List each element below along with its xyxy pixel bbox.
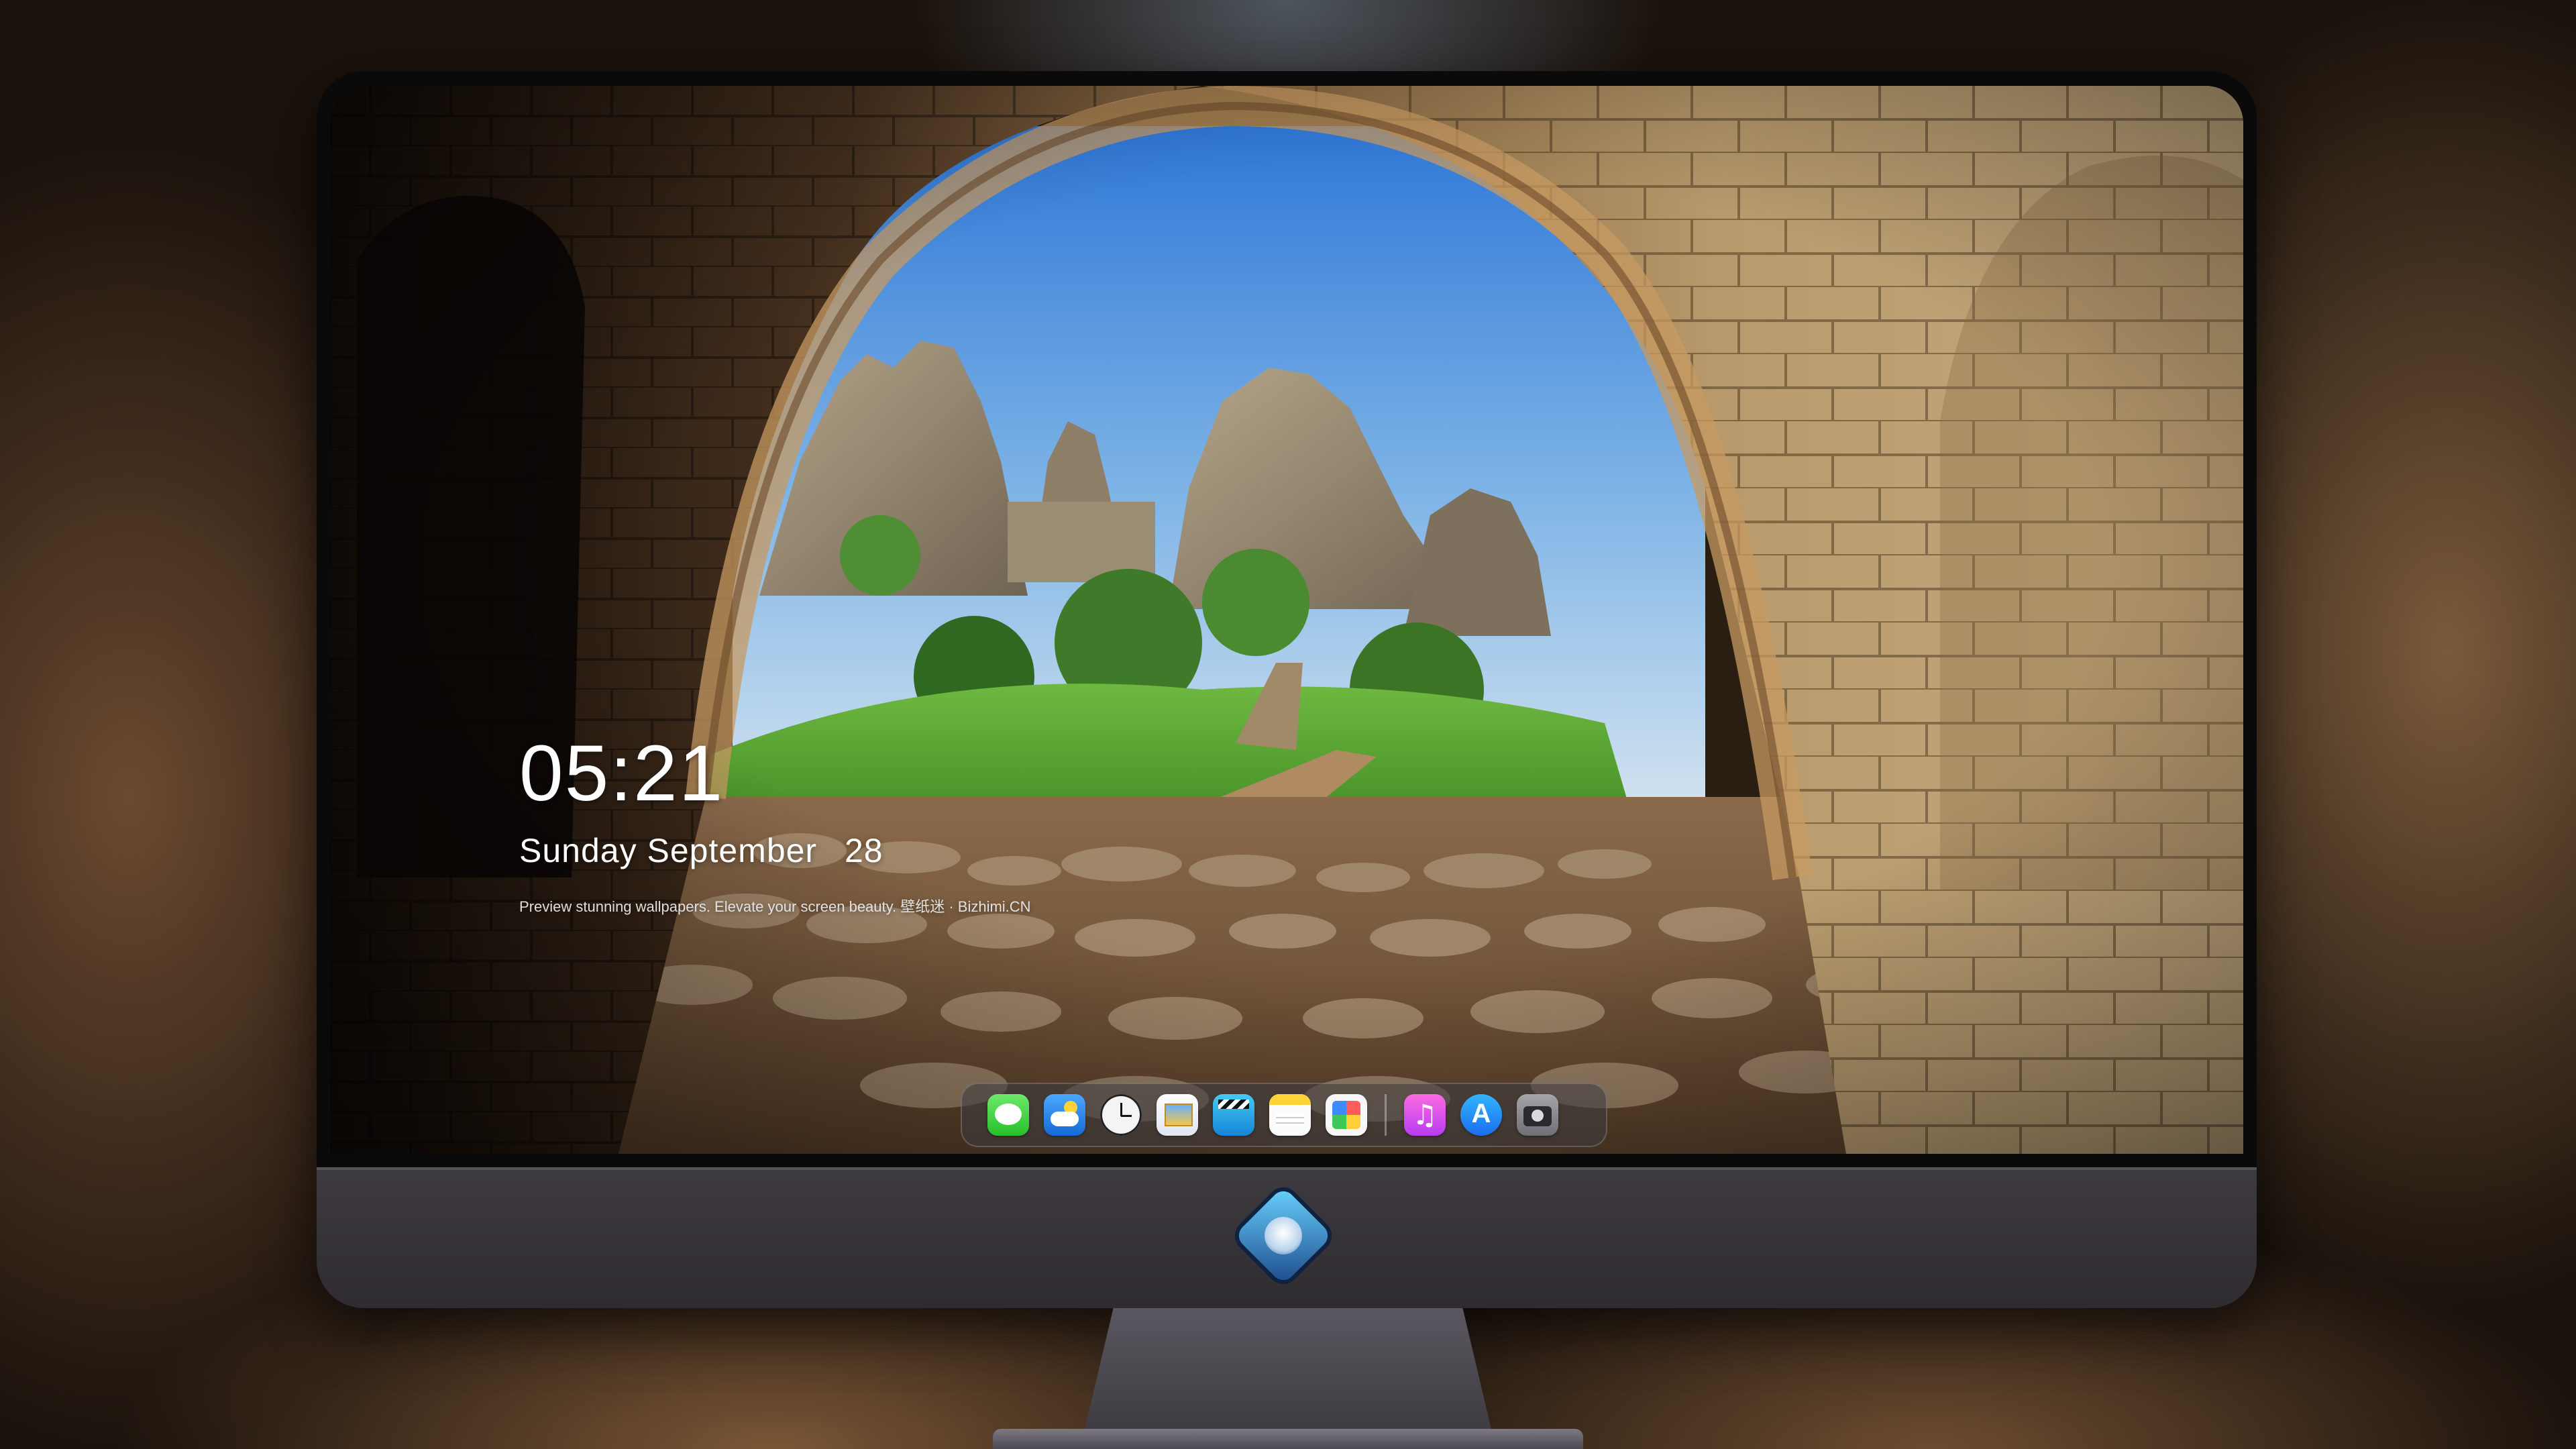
screen: 05:21 Sunday September 28 Preview stunni… (330, 86, 2243, 1154)
chin-edge (317, 1167, 2257, 1170)
monitor-stand (1080, 1308, 1496, 1449)
notes-icon[interactable] (1269, 1094, 1311, 1136)
music-icon[interactable] (1404, 1094, 1446, 1136)
wallpaper (330, 86, 2243, 1154)
clock-icon[interactable] (1100, 1094, 1142, 1136)
weather-icon[interactable] (1044, 1094, 1085, 1136)
camera-icon[interactable] (1517, 1094, 1558, 1136)
lock-screen-time: 05:21 (519, 729, 724, 818)
messages-icon[interactable] (987, 1094, 1029, 1136)
app-store-icon[interactable] (1460, 1094, 1502, 1136)
wallpaper-tagline: Preview stunning wallpapers. Elevate you… (519, 898, 1031, 915)
month: September (647, 832, 818, 869)
clapperboard-icon[interactable] (1213, 1094, 1254, 1136)
day-number: 28 (845, 832, 883, 869)
preview-icon[interactable] (1157, 1094, 1198, 1136)
day-of-week: Sunday (519, 832, 637, 869)
dock (961, 1083, 1607, 1147)
lock-screen-date: Sunday September 28 (519, 829, 1031, 872)
monitor-stand-base (993, 1429, 1583, 1449)
dock-separator (1385, 1094, 1387, 1136)
photos-icon[interactable] (1326, 1094, 1367, 1136)
lock-screen-overlay: 05:21 Sunday September 28 Preview stunni… (519, 730, 1031, 918)
